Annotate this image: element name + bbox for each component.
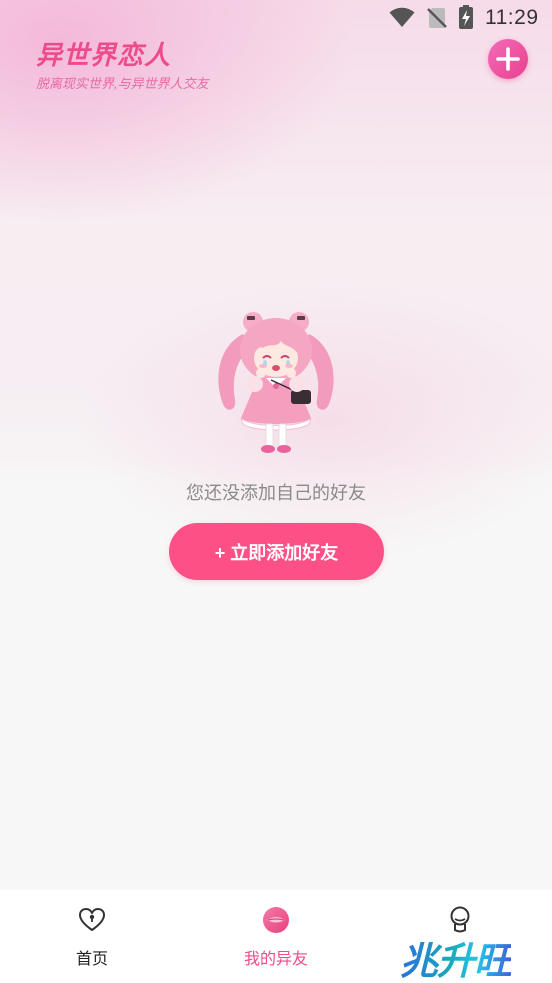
nav-item-my-friends[interactable]: 我的异友 [184,890,368,983]
wifi-icon [389,7,415,29]
watermark-logo: 兆升旺 [400,930,512,983]
nav-label-my-friends: 我的异友 [243,951,308,968]
add-friend-button[interactable]: + 立即添加好友 [169,523,384,580]
anime-girl-illustration [211,308,341,460]
nav-label-home: 首页 [75,951,108,968]
plus-icon [496,47,520,71]
battery-charging-icon [459,5,473,29]
add-friend-fab[interactable] [488,39,528,79]
heart-lock-icon [79,908,105,931]
lips-icon [263,907,289,933]
no-sim-icon [427,7,447,29]
app-subtitle: 脱离现实世界,与异世界人交友 [36,76,209,91]
empty-state-message: 您还没添加自己的好友 [186,483,366,503]
app-title: 异世界恋人 [36,40,172,70]
nav-item-home[interactable]: 首页 [0,890,184,983]
status-time: 11:29 [485,6,539,29]
